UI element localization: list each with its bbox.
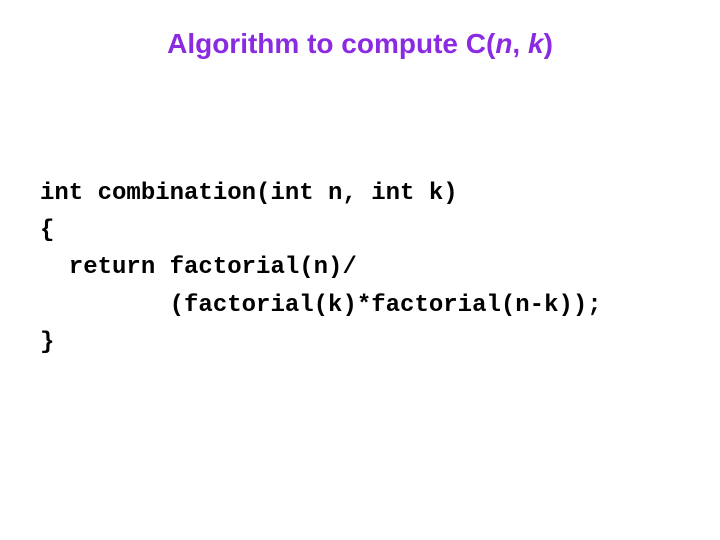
code-line-2: { xyxy=(40,217,54,244)
title-func: C xyxy=(466,28,486,59)
title-open: ( xyxy=(486,28,495,59)
title-close: ) xyxy=(544,28,553,59)
code-line-3: return factorial(n)/ xyxy=(40,254,357,281)
title-prefix: Algorithm to compute xyxy=(167,28,466,59)
code-line-5: } xyxy=(40,329,54,356)
title-arg-k: k xyxy=(528,28,544,59)
title-sep: , xyxy=(512,28,528,59)
code-block: int combination(int n, int k) { return f… xyxy=(40,175,602,361)
code-line-4: (factorial(k)*factorial(n-k)); xyxy=(40,292,602,319)
slide: Algorithm to compute C(n, k) int combina… xyxy=(0,0,720,540)
slide-title: Algorithm to compute C(n, k) xyxy=(0,28,720,60)
code-line-1: int combination(int n, int k) xyxy=(40,180,458,207)
title-arg-n: n xyxy=(495,28,512,59)
